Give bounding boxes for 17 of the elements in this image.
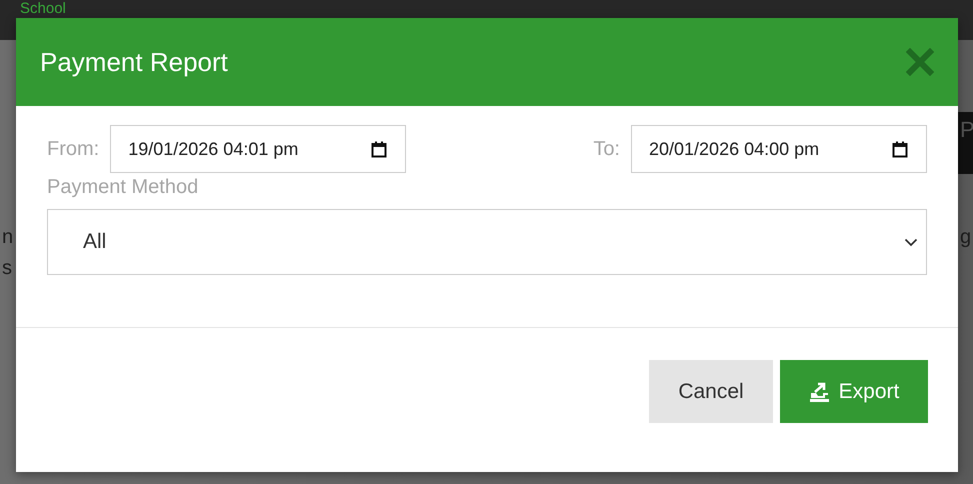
page-text: s xyxy=(2,257,12,280)
cancel-button[interactable]: Cancel xyxy=(649,360,773,423)
field-label: To: xyxy=(593,138,620,160)
calendar-icon[interactable] xyxy=(371,140,388,158)
dialog-title: Payment Report xyxy=(40,46,228,78)
date-field[interactable]: 20/01/2026 04:00 pm xyxy=(631,125,927,173)
export-icon xyxy=(808,382,831,402)
payment-method-dropdown[interactable]: All xyxy=(47,209,927,275)
field-label: Payment Method xyxy=(47,176,200,199)
calendar-icon[interactable] xyxy=(892,140,908,158)
page-text: g xyxy=(960,226,972,249)
chevron-down-icon xyxy=(904,238,918,246)
date-field[interactable]: 19/01/2026 04:01 pm xyxy=(110,125,406,173)
page-text: n xyxy=(2,226,14,249)
field-label: From: xyxy=(47,138,100,160)
export-button[interactable]: Export xyxy=(780,360,928,423)
brand-name: School xyxy=(20,0,66,17)
